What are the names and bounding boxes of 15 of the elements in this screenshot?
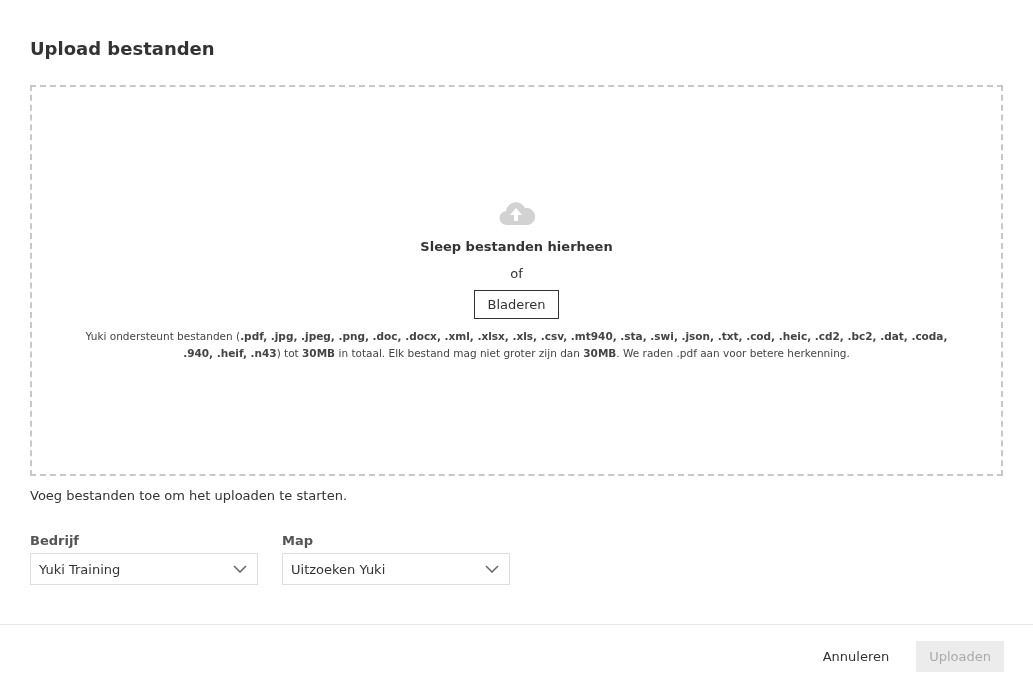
dialog-title: Upload bestanden [30, 38, 216, 59]
chevron-down-icon [233, 565, 247, 573]
field-label: Bedrijf [30, 533, 80, 548]
drop-zone[interactable] [30, 85, 1003, 476]
drop-heading: Sleep bestanden hierheen [420, 239, 613, 254]
field-label: Map [282, 533, 314, 548]
select-field[interactable]: Yuki Training [30, 553, 258, 585]
upload-hint: Voeg bestanden toe om het uploaden te starten. [30, 488, 349, 503]
chevron-down-icon [485, 565, 499, 573]
cancel-button[interactable]: Annuleren [809, 640, 903, 672]
cloud-upload-icon [498, 199, 535, 227]
select-field[interactable]: Uitzoeken Yuki [282, 553, 510, 585]
separator-text: of [510, 266, 523, 281]
supported-files-text: Yuki ondersteunt bestanden (.pdf, .jpg, .jpeg, .png, .doc, .docx, .xml, .xlsx, .xls, .csv, .mt940, .sta, .swi, .json, .txt, .cod, .heic, .cd2, .bc2, .dat, .coda, .940, .heif, .n43) tot 30MB in totaal. Elk bestand mag niet groter zijn dan 30MB. We raden .pdf aan voor betere herkenning. [84, 329, 949, 361]
browse-button[interactable]: Bladeren [474, 290, 559, 319]
